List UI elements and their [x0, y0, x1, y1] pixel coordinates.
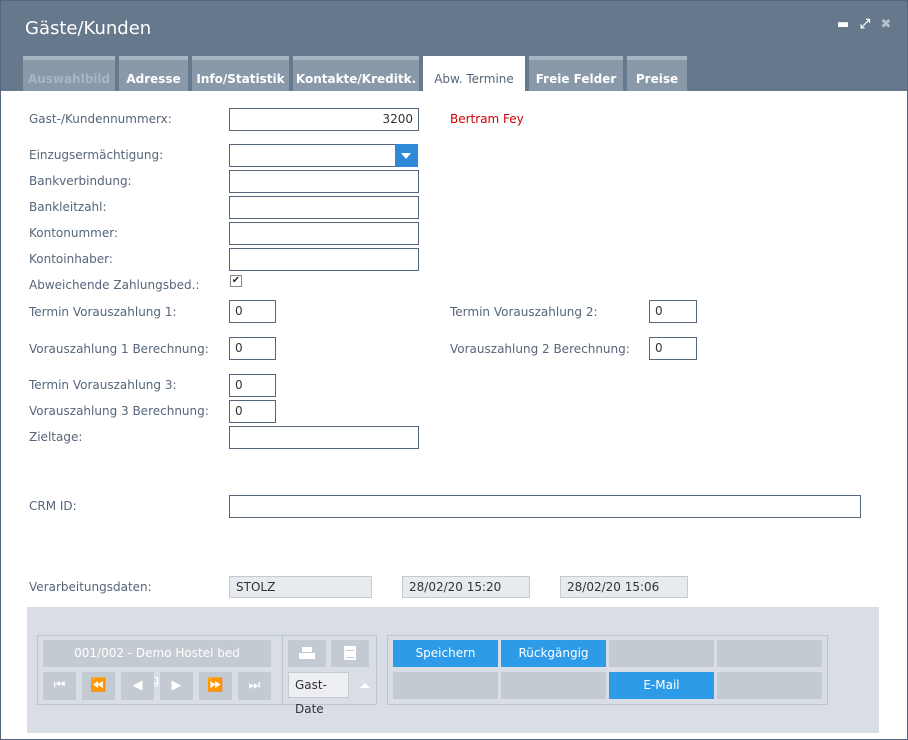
window-title: Gäste/Kunden — [25, 18, 152, 39]
minimize-icon[interactable]: ▬ — [836, 17, 850, 33]
save-button[interactable]: Speichern — [393, 640, 498, 667]
report-select-value: Gast-Date — [295, 678, 327, 716]
bank-connection-label: Bankverbindung: — [29, 174, 132, 188]
processing-date-created: 28/02/20 15:20 — [402, 576, 530, 598]
processing-label: Verarbeitungsdaten: — [29, 580, 152, 594]
undo-button[interactable]: Rückgängig — [501, 640, 606, 667]
next-page-icon[interactable]: ⏩ — [199, 672, 232, 700]
action-buttons-group: Speichern Rückgängig E-Mail — [387, 635, 828, 705]
bank-code-label: Bankleitzahl: — [29, 200, 107, 214]
bank-connection-input[interactable] — [229, 170, 419, 193]
bank-code-input[interactable] — [229, 196, 419, 219]
record-indicator: 001/002 - Demo Hostel bed categories — [43, 640, 271, 687]
prepay2-calc-input[interactable]: 0 — [649, 337, 697, 360]
empty-action-button-1[interactable] — [609, 640, 714, 667]
prepay3-date-label: Termin Vorauszahlung 3: — [29, 378, 177, 392]
crm-id-label: CRM ID: — [29, 499, 77, 513]
prepay3-date-input[interactable]: 0 — [229, 374, 276, 397]
previous-record-icon[interactable]: ◀ — [121, 672, 154, 700]
tab-abw-termine[interactable]: Abw. Termine — [423, 56, 525, 91]
tab-preise[interactable]: Preise — [627, 56, 687, 91]
guest-number-input[interactable]: 3200 — [229, 108, 419, 131]
title-bar: Gäste/Kunden ▬ ⤢ ✖ Auswahlbild Adresse I… — [1, 1, 907, 91]
record-navigation-group: 001/002 - Demo Hostel bed categories ⏮ ⏪… — [37, 635, 305, 705]
first-record-icon[interactable]: ⏮ — [43, 672, 76, 700]
tab-auswahlbild[interactable]: Auswahlbild — [23, 56, 115, 91]
processing-date-modified: 28/02/20 15:06 — [560, 576, 688, 598]
next-record-icon[interactable]: ▶ — [160, 672, 193, 700]
guest-name: Bertram Fey — [450, 112, 524, 126]
empty-action-button-5[interactable] — [717, 672, 822, 699]
account-number-label: Kontonummer: — [29, 226, 119, 240]
direct-debit-label: Einzugsermächtigung: — [29, 148, 164, 162]
prepay2-date-input[interactable]: 0 — [649, 300, 697, 323]
crm-id-input[interactable] — [229, 495, 861, 518]
last-record-icon[interactable]: ⏭ — [238, 672, 271, 700]
tab-info-statistik[interactable]: Info/Statistik — [192, 56, 289, 91]
chevron-down-icon[interactable] — [395, 144, 418, 167]
empty-action-button-2[interactable] — [717, 640, 822, 667]
empty-action-button-3[interactable] — [393, 672, 498, 699]
print-button[interactable] — [288, 640, 326, 667]
direct-debit-select[interactable] — [229, 144, 418, 167]
prepay1-calc-input[interactable]: 0 — [229, 337, 276, 360]
guests-customers-window: Gäste/Kunden ▬ ⤢ ✖ Auswahlbild Adresse I… — [0, 0, 908, 740]
prepay1-date-input[interactable]: 0 — [229, 300, 276, 323]
deviating-terms-checkbox[interactable]: ✔ — [230, 275, 242, 287]
prepay2-calc-label: Vorauszahlung 2 Berechnung: — [450, 342, 630, 356]
target-days-input[interactable] — [229, 426, 419, 449]
prepay1-calc-label: Vorauszahlung 1 Berechnung: — [29, 342, 209, 356]
previous-page-icon[interactable]: ⏪ — [82, 672, 115, 700]
tab-adresse[interactable]: Adresse — [119, 56, 188, 91]
email-button[interactable]: E-Mail — [609, 672, 714, 699]
target-days-label: Zieltage: — [29, 430, 83, 444]
close-icon[interactable]: ✖ — [879, 17, 893, 33]
processing-user: STOLZ — [229, 576, 372, 598]
footer-toolbar: 001/002 - Demo Hostel bed categories ⏮ ⏪… — [27, 607, 879, 733]
account-number-input[interactable] — [229, 222, 419, 245]
prepay3-calc-input[interactable]: 0 — [229, 400, 276, 423]
chevron-up-icon[interactable] — [360, 683, 370, 688]
maximize-icon[interactable]: ⤢ — [858, 17, 872, 33]
guest-number-label: Gast-/Kundennummerx: — [29, 112, 172, 126]
tab-kontakte-kreditk[interactable]: Kontakte/Kreditk. — [293, 56, 419, 91]
printer-icon — [299, 647, 315, 659]
print-export-group: Gast-Date — [282, 635, 377, 716]
deviating-terms-label: Abweichende Zahlungsbed.: — [29, 278, 200, 292]
report-select[interactable]: Gast-Date — [288, 672, 370, 716]
tab-freie-felder[interactable]: Freie Felder — [529, 56, 623, 91]
empty-action-button-4[interactable] — [501, 672, 606, 699]
account-holder-input[interactable] — [229, 248, 419, 271]
prepay2-date-label: Termin Vorauszahlung 2: — [450, 305, 598, 319]
prepay3-calc-label: Vorauszahlung 3 Berechnung: — [29, 404, 209, 418]
prepay1-date-label: Termin Vorauszahlung 1: — [29, 305, 177, 319]
account-holder-label: Kontoinhaber: — [29, 252, 113, 266]
document-button[interactable] — [331, 640, 369, 667]
document-icon — [344, 646, 356, 660]
